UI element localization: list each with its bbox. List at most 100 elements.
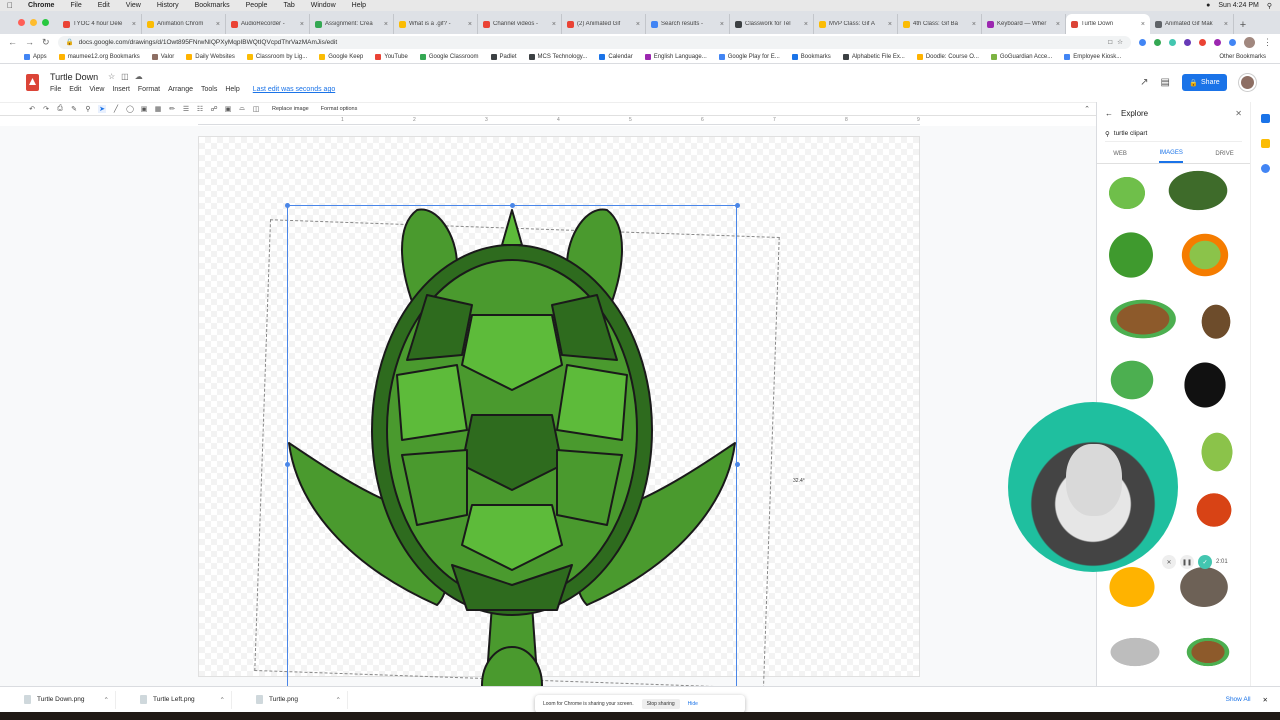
bookmark-item[interactable]: Apps	[24, 53, 47, 60]
keep-icon[interactable]	[1261, 139, 1270, 148]
profile-avatar[interactable]	[1244, 36, 1255, 48]
resize-handle[interactable]	[510, 203, 515, 208]
bookmark-item[interactable]: Padlet	[490, 53, 517, 60]
loom-extension-icon[interactable]	[1169, 38, 1176, 46]
document-title[interactable]: Turtle Down	[50, 72, 98, 82]
bookmark-item[interactable]: MCS Technology...	[528, 53, 587, 60]
close-tab-icon[interactable]: ×	[468, 21, 472, 28]
minimize-window-button[interactable]	[30, 19, 37, 26]
replace-image-button[interactable]: Replace image	[272, 106, 309, 112]
tab[interactable]: 4th Class: Gif Ba ×	[898, 14, 982, 34]
wifi-icon[interactable]: ●	[1206, 2, 1210, 9]
line-dash-icon[interactable]: ☷	[196, 105, 204, 113]
extension-icon[interactable]	[1139, 38, 1146, 46]
cloud-saved-icon[interactable]: ☁	[135, 72, 143, 81]
menu-help[interactable]: Help	[225, 86, 239, 93]
menubar-item-edit[interactable]: Edit	[90, 2, 118, 9]
omnibox[interactable]: 🔒 docs.google.com/drawings/d/1Owt895FNrw…	[57, 35, 1131, 49]
resize-handle[interactable]	[735, 462, 740, 467]
tab-active[interactable]: Turtle Down ×	[1066, 14, 1150, 34]
close-tab-icon[interactable]: ×	[972, 21, 976, 28]
extension-icon[interactable]	[1184, 38, 1191, 46]
drawings-logo-icon[interactable]	[26, 74, 39, 91]
menubar-item-window[interactable]: Window	[303, 2, 344, 9]
bookmark-item[interactable]: Classroom by Lig...	[246, 53, 307, 60]
close-icon[interactable]: ✕	[1263, 696, 1268, 704]
bookmark-item[interactable]: Google Play for E...	[718, 53, 780, 60]
tab-images[interactable]: IMAGES	[1159, 145, 1183, 163]
apple-icon[interactable]: 	[0, 1, 20, 10]
format-options-button[interactable]: Format options	[321, 106, 358, 112]
new-tab-button[interactable]: +	[1234, 19, 1252, 34]
resize-handle[interactable]	[285, 203, 290, 208]
explore-search-input[interactable]: turtle clipart	[1114, 130, 1148, 137]
menu-view[interactable]: View	[89, 86, 104, 93]
menubar-item-bookmarks[interactable]: Bookmarks	[187, 2, 238, 9]
calendar-icon[interactable]	[1261, 114, 1270, 123]
search-icon[interactable]: ⚲	[1267, 2, 1272, 10]
menu-edit[interactable]: Edit	[69, 86, 81, 93]
user-avatar[interactable]	[1239, 74, 1256, 91]
bookmark-item[interactable]: Alphabetic File Ex...	[842, 53, 905, 60]
menubar-item-view[interactable]: View	[118, 2, 149, 9]
tab-drive[interactable]: DRIVE	[1215, 151, 1233, 157]
reset-image-icon[interactable]: ◫	[252, 105, 260, 113]
resize-handle[interactable]	[285, 462, 290, 467]
bookmark-item[interactable]: Bookmarks	[791, 53, 831, 60]
close-tab-icon[interactable]: ×	[300, 21, 304, 28]
download-item[interactable]: Turtle.png ⌃	[232, 690, 348, 709]
tab[interactable]: TYOC 4 hour Dele ×	[58, 14, 142, 34]
shape-tool-icon[interactable]: ◯	[126, 105, 134, 113]
share-button[interactable]: 🔒 Share	[1182, 74, 1227, 91]
back-arrow-icon[interactable]: ←	[1105, 109, 1113, 118]
menu-insert[interactable]: Insert	[112, 86, 130, 93]
close-tab-icon[interactable]: ×	[1056, 21, 1060, 28]
menu-arrange[interactable]: Arrange	[168, 86, 193, 93]
clock[interactable]: Sun 4:24 PM	[1218, 2, 1258, 9]
menubar-item-file[interactable]: File	[62, 2, 89, 9]
star-icon[interactable]: ☆	[1117, 38, 1123, 46]
chevron-up-icon[interactable]: ⌃	[336, 696, 347, 704]
close-tab-icon[interactable]: ×	[1224, 21, 1228, 28]
bookmark-item[interactable]: English Language...	[644, 53, 707, 60]
move-to-folder-icon[interactable]: ◫	[121, 72, 129, 81]
bookmark-item[interactable]: Calendar	[599, 53, 633, 60]
undo-icon[interactable]: ↶	[28, 105, 36, 113]
paint-format-icon[interactable]: ✎	[70, 105, 78, 113]
close-tab-icon[interactable]: ×	[384, 21, 388, 28]
canvas-area[interactable]: 32.4°	[0, 126, 1096, 720]
forward-icon[interactable]: →	[25, 37, 34, 47]
image-result[interactable]	[1191, 292, 1241, 346]
tab[interactable]: MVP Class: Gif A ×	[814, 14, 898, 34]
menubar-item-history[interactable]: History	[149, 2, 187, 9]
close-window-button[interactable]	[18, 19, 25, 26]
extension-icon[interactable]	[1199, 38, 1206, 46]
explore-search[interactable]: ⚲ turtle clipart	[1105, 126, 1242, 142]
tab[interactable]: Channel videos - ×	[478, 14, 562, 34]
tasks-icon[interactable]	[1261, 164, 1270, 173]
pen-icon[interactable]: ✏	[168, 105, 176, 113]
close-tab-icon[interactable]: ×	[1141, 21, 1145, 28]
menubar-item-people[interactable]: People	[238, 2, 276, 9]
download-item[interactable]: Turtle Down.png ⌃	[0, 690, 116, 709]
tab[interactable]: Search results - ×	[646, 14, 730, 34]
comment-icon[interactable]: ▣	[224, 105, 232, 113]
close-icon[interactable]: ✕	[1235, 109, 1242, 118]
menubar-item-help[interactable]: Help	[344, 2, 374, 9]
close-tab-icon[interactable]: ×	[552, 21, 556, 28]
reload-icon[interactable]: ↻	[42, 37, 50, 48]
bookmark-item[interactable]: maumee12.org Bookmarks	[58, 53, 140, 60]
bookmark-item[interactable]: Valor	[151, 53, 174, 60]
image-result[interactable]	[1175, 630, 1241, 674]
horizontal-ruler[interactable]: 1 2 3 4 5 6 7 8 9	[198, 117, 920, 125]
redo-icon[interactable]: ↷	[42, 105, 50, 113]
extension-icon[interactable]	[1154, 38, 1161, 46]
stop-sharing-button[interactable]: Stop sharing	[641, 699, 680, 709]
bookmark-item[interactable]: Employee Kiosk...	[1064, 53, 1121, 60]
menu-format[interactable]: Format	[138, 86, 160, 93]
image-result[interactable]	[1097, 292, 1189, 346]
install-icon[interactable]: □	[1108, 39, 1112, 46]
link-icon[interactable]: ☍	[210, 105, 218, 113]
image-result[interactable]	[1157, 168, 1239, 218]
bookmark-item[interactable]: Google Keep	[319, 53, 363, 60]
